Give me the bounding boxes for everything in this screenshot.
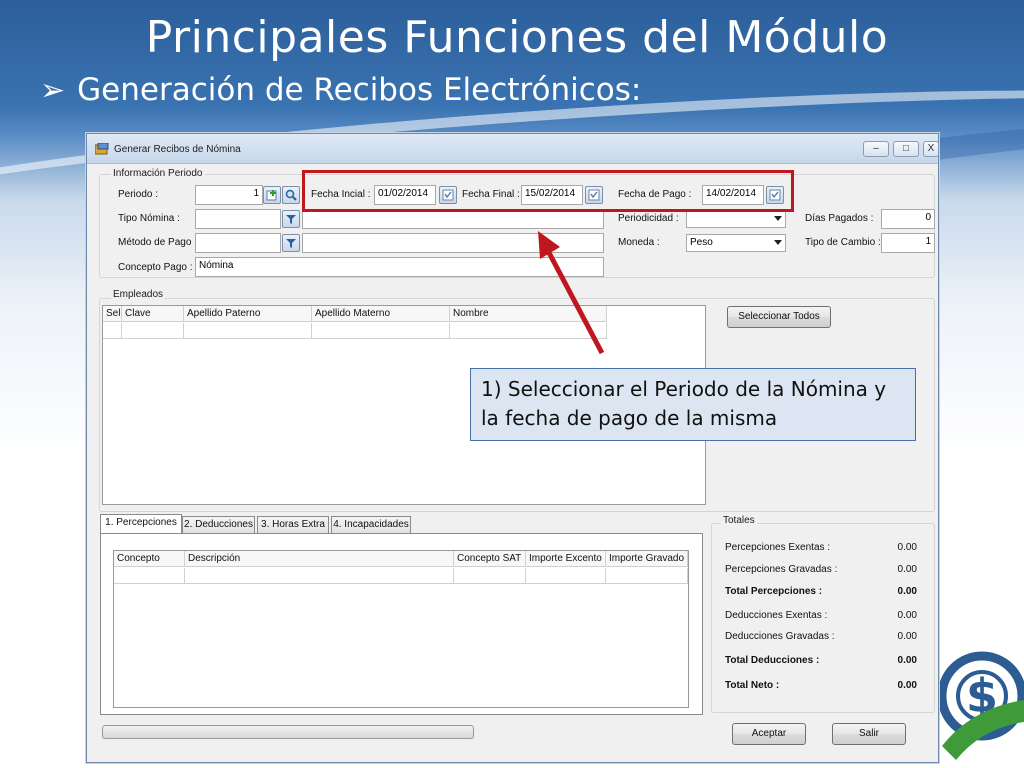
column-concepto[interactable]: Concepto	[114, 551, 185, 567]
tab-horas-extra[interactable]: 3. Horas Extra	[257, 516, 329, 533]
tab-panel-percepciones: Concepto Descripción Concepto SAT Import…	[100, 533, 703, 715]
deducciones-gravadas-value: 0.00	[897, 631, 917, 642]
concepto-pago-label: Concepto Pago :	[118, 262, 193, 273]
add-icon	[266, 190, 277, 201]
tab-deducciones[interactable]: 2. Deducciones	[182, 516, 255, 533]
dias-pagados-label: Días Pagados :	[805, 213, 874, 224]
annotation-callout: 1) Seleccionar el Periodo de la Nómina y…	[470, 368, 916, 441]
callout-line-2: la fecha de pago de la misma	[481, 406, 778, 430]
empleados-legend: Empleados	[111, 289, 166, 300]
pointer-arrow-icon	[538, 231, 605, 355]
tab-percepciones[interactable]: 1. Percepciones	[100, 514, 182, 534]
tab-incapacidades[interactable]: 4. Incapacidades	[331, 516, 411, 533]
close-button[interactable]: X	[923, 141, 939, 157]
total-deducciones-label: Total Deducciones :	[725, 655, 820, 666]
tipo-nomina-label: Tipo Nómina :	[118, 213, 180, 224]
chevron-down-icon	[774, 216, 782, 221]
filter-icon	[286, 239, 296, 248]
generar-recibos-window: Generar Recibos de Nómina – □ X Informac…	[86, 133, 939, 763]
window-title: Generar Recibos de Nómina	[114, 144, 241, 155]
salir-button[interactable]: Salir	[832, 723, 906, 745]
fecha-highlight-box	[302, 170, 794, 212]
app-icon	[95, 143, 109, 155]
slide-subtitle: ➢ Generación de Recibos Electrónicos:	[40, 72, 641, 108]
periodicidad-label: Periodicidad :	[618, 213, 679, 224]
column-descripcion[interactable]: Descripción	[185, 551, 454, 567]
tipo-cambio-label: Tipo de Cambio :	[805, 237, 881, 248]
column-apellido-materno[interactable]: Apellido Materno	[312, 306, 450, 322]
deducciones-exentas-value: 0.00	[897, 610, 917, 621]
slide-title: Principales Funciones del Módulo	[145, 12, 889, 63]
minimize-button[interactable]: –	[863, 141, 889, 157]
column-importe-gravado[interactable]: Importe Gravado	[606, 551, 688, 567]
periodicidad-select[interactable]	[686, 210, 786, 228]
percepciones-gravadas-label: Percepciones Gravadas :	[725, 564, 838, 575]
metodo-pago-input[interactable]	[195, 233, 281, 253]
percepciones-exentas-label: Percepciones Exentas :	[725, 542, 831, 553]
info-periodo-legend: Información Periodo	[111, 168, 205, 179]
dollar-logo-icon: $	[937, 651, 1024, 760]
progress-bar	[102, 725, 474, 739]
deducciones-gravadas-label: Deducciones Gravadas :	[725, 631, 835, 642]
column-importe-excento[interactable]: Importe Excento	[526, 551, 606, 567]
total-neto-value: 0.00	[897, 680, 917, 691]
subtitle-text: Generación de Recibos Electrónicos:	[77, 72, 642, 108]
chevron-down-icon	[774, 240, 782, 245]
percepciones-exentas-value: 0.00	[897, 542, 917, 553]
total-deducciones-value: 0.00	[897, 655, 917, 666]
column-apellido-paterno[interactable]: Apellido Paterno	[184, 306, 312, 322]
seleccionar-todos-button[interactable]: Seleccionar Todos	[727, 306, 831, 328]
tipo-nomina-input[interactable]	[195, 209, 281, 229]
percepciones-grid-header: Concepto Descripción Concepto SAT Import…	[114, 551, 688, 567]
window-titlebar: Generar Recibos de Nómina – □ X	[87, 134, 939, 164]
periodo-input[interactable]: 1	[195, 185, 263, 205]
tipo-nomina-filter-button[interactable]	[282, 210, 300, 228]
total-neto-label: Total Neto :	[725, 680, 780, 691]
metodo-pago-label: Método de Pago :	[118, 237, 197, 248]
column-concepto-sat[interactable]: Concepto SAT	[454, 551, 526, 567]
tipo-cambio-input[interactable]: 1	[881, 233, 935, 253]
percepciones-grid[interactable]: Concepto Descripción Concepto SAT Import…	[113, 550, 689, 708]
column-clave[interactable]: Clave	[122, 306, 184, 322]
column-sel[interactable]: Sel	[103, 306, 122, 322]
search-periodo-button[interactable]	[282, 186, 300, 204]
moneda-select[interactable]: Peso	[686, 234, 786, 252]
filter-icon	[286, 215, 296, 224]
maximize-button[interactable]: □	[893, 141, 919, 157]
aceptar-button[interactable]: Aceptar	[732, 723, 806, 745]
add-periodo-button[interactable]	[263, 186, 281, 204]
total-percepciones-label: Total Percepciones :	[725, 586, 823, 597]
periodo-label: Periodo :	[118, 189, 159, 200]
bullet-arrow-icon: ➢	[40, 72, 66, 108]
percepciones-gravadas-value: 0.00	[897, 564, 917, 575]
callout-line-1: 1) Seleccionar el Periodo de la Nómina y	[481, 377, 887, 401]
totales-legend: Totales	[721, 515, 757, 526]
dias-pagados-input[interactable]: 0	[881, 209, 935, 229]
total-percepciones-value: 0.00	[897, 586, 917, 597]
metodo-pago-filter-button[interactable]	[282, 234, 300, 252]
deducciones-exentas-label: Deducciones Exentas :	[725, 610, 828, 621]
moneda-label: Moneda :	[618, 237, 660, 248]
search-icon	[285, 189, 297, 201]
